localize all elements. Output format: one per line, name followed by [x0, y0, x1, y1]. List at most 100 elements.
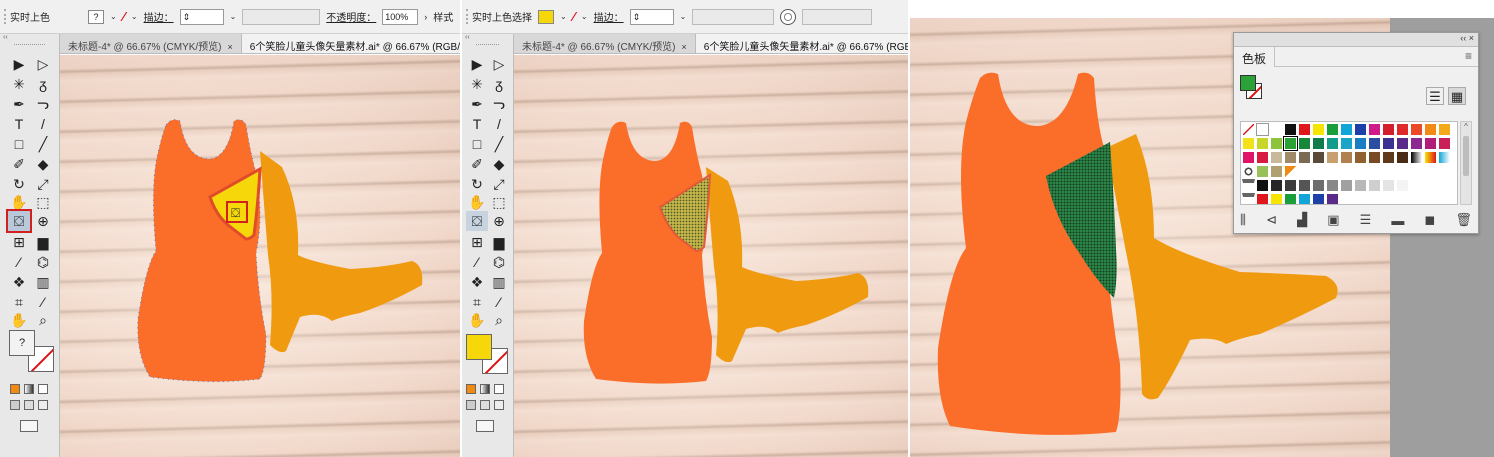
swatch[interactable]: [1270, 137, 1283, 150]
swatch[interactable]: [1382, 179, 1395, 192]
free-transform-tool-icon[interactable]: ⬚: [32, 192, 54, 212]
zoom-tool-icon[interactable]: ⌕: [32, 310, 54, 330]
swatch-pattern-foliage[interactable]: [1256, 165, 1269, 178]
graph-tool-icon[interactable]: ▥: [32, 272, 54, 292]
swatch[interactable]: [1382, 151, 1395, 164]
stroke-label[interactable]: 描边：: [144, 9, 174, 24]
fill-dropdown-chevron-icon[interactable]: ⌄: [110, 12, 117, 21]
swatch[interactable]: [1368, 151, 1381, 164]
swatch-options-icon[interactable]: ▣: [1327, 212, 1339, 228]
swatch[interactable]: [1410, 123, 1423, 136]
draw-inside-button[interactable]: [38, 400, 48, 410]
opacity-arrow-icon[interactable]: ›: [424, 12, 427, 22]
style-dropdown[interactable]: [802, 8, 873, 25]
fill-dropdown-chevron-icon[interactable]: ⌄: [560, 12, 567, 21]
new-color-group-icon[interactable]: ▬: [1391, 213, 1404, 228]
stroke-dropdown-chevron-icon[interactable]: ⌄: [581, 12, 588, 21]
swatch[interactable]: [1312, 151, 1325, 164]
swatch[interactable]: [1284, 151, 1297, 164]
gradient-mode-button[interactable]: [24, 384, 34, 394]
stroke-none-icon[interactable]: ⁄: [123, 9, 125, 24]
paintbrush-tool-icon[interactable]: ╱: [488, 134, 510, 154]
scale-tool-icon[interactable]: ⤢: [488, 174, 510, 194]
draw-behind-button[interactable]: [24, 400, 34, 410]
swatch[interactable]: [1382, 123, 1395, 136]
swatch[interactable]: [1382, 137, 1395, 150]
tab-close-icon[interactable]: ×: [682, 42, 687, 52]
swatch[interactable]: [1368, 179, 1381, 192]
rotate-tool-icon[interactable]: ↻: [8, 174, 30, 194]
swatch-pattern-texture[interactable]: [1270, 165, 1283, 178]
swatch[interactable]: [1354, 137, 1367, 150]
scale-tool-icon[interactable]: ⤢: [32, 174, 54, 194]
swatch[interactable]: [1284, 193, 1297, 204]
swatch[interactable]: [1270, 179, 1283, 192]
line-tool-icon[interactable]: /: [488, 114, 510, 134]
none-mode-button[interactable]: [494, 384, 504, 394]
shaper-tool-icon[interactable]: ✐: [8, 154, 30, 174]
draw-normal-button[interactable]: [466, 400, 476, 410]
draw-behind-button[interactable]: [480, 400, 490, 410]
swatch[interactable]: [1256, 151, 1269, 164]
open-color-group-icon[interactable]: ☰: [1360, 212, 1372, 228]
lasso-tool-icon[interactable]: ᵹ: [488, 74, 510, 94]
swatch-gradient-orange[interactable]: [1424, 151, 1437, 164]
current-fill-stroke[interactable]: [1240, 75, 1264, 101]
swatch[interactable]: [1424, 137, 1437, 150]
swatch-libraries-menu-icon[interactable]: ⫼: [1240, 212, 1246, 228]
swatch-gradient-blue[interactable]: [1438, 151, 1451, 164]
draw-normal-button[interactable]: [10, 400, 20, 410]
swatch[interactable]: [1438, 137, 1451, 150]
rectangle-tool-icon[interactable]: □: [8, 134, 30, 154]
swatch[interactable]: [1298, 179, 1311, 192]
delete-swatch-icon[interactable]: 🗑: [1455, 212, 1472, 228]
swatch[interactable]: [1354, 151, 1367, 164]
swatch[interactable]: [1326, 179, 1339, 192]
symbol-sprayer-tool-icon[interactable]: ❖: [8, 272, 30, 292]
swatch[interactable]: [1340, 151, 1353, 164]
swatch[interactable]: [1396, 179, 1409, 192]
hand-tool-icon[interactable]: ✋: [466, 310, 488, 330]
eyedropper-tool-icon[interactable]: ⁄: [466, 252, 488, 272]
scroll-thumb[interactable]: [1463, 136, 1469, 176]
live-paint-bucket-tool-icon[interactable]: ⛋: [6, 209, 32, 233]
blend-tool-icon[interactable]: ⌬: [32, 252, 54, 272]
lasso-tool-icon[interactable]: ᵹ: [32, 74, 54, 94]
curvature-tool-icon[interactable]: ᓓ: [488, 94, 510, 114]
tab-swatches[interactable]: 色板: [1234, 47, 1276, 67]
hand-tool-icon[interactable]: ✋: [8, 310, 30, 330]
artboard-canvas[interactable]: ⛋: [60, 55, 460, 457]
tools-collapse-icon[interactable]: ‹‹: [0, 34, 59, 44]
swatch[interactable]: [1312, 193, 1325, 204]
eyedropper-tool-icon[interactable]: ⁄: [8, 252, 30, 272]
swatch[interactable]: [1354, 179, 1367, 192]
mesh-tool-icon[interactable]: ⊞: [466, 232, 488, 252]
free-transform-tool-icon[interactable]: ⬚: [488, 192, 510, 212]
stroke-weight-input[interactable]: ⇕: [179, 8, 224, 25]
tab-untitled-4[interactable]: 未标题-4* @ 66.67% (CMYK/预览) ×: [514, 34, 696, 53]
tab-smiley-children[interactable]: 6个笑脸儿童头像矢量素材.ai* @ 66.67% (RGB/预: [695, 34, 908, 53]
artboard-tool-icon[interactable]: ⌗: [8, 292, 30, 312]
swatch[interactable]: [1298, 123, 1311, 136]
none-mode-button[interactable]: [38, 384, 48, 394]
swatch[interactable]: [1284, 123, 1297, 136]
swatch[interactable]: [1340, 123, 1353, 136]
screen-mode-button[interactable]: [476, 420, 494, 432]
perspective-grid-tool-icon[interactable]: ⊕: [488, 211, 510, 231]
color-mode-button[interactable]: [466, 384, 476, 394]
swatch[interactable]: [1298, 151, 1311, 164]
color-group-icon[interactable]: ▟: [1297, 212, 1307, 228]
pen-tool-icon[interactable]: ✒: [466, 94, 488, 114]
swatch-folder-icon[interactable]: [1242, 179, 1255, 192]
perspective-grid-tool-icon[interactable]: ⊕: [32, 211, 54, 231]
screen-mode-button[interactable]: [20, 420, 38, 432]
swatch[interactable]: [1438, 123, 1451, 136]
selection-tool-icon[interactable]: ▶: [466, 54, 488, 74]
paintbrush-tool-icon[interactable]: ╱: [32, 134, 54, 154]
style-label[interactable]: 样式: [433, 9, 453, 24]
panel-menu-icon[interactable]: ≡: [1465, 49, 1472, 63]
variable-width-dropdown[interactable]: [692, 8, 775, 25]
swatch[interactable]: [1424, 123, 1437, 136]
artboard-canvas[interactable]: [514, 55, 908, 457]
color-mode-button[interactable]: [10, 384, 20, 394]
